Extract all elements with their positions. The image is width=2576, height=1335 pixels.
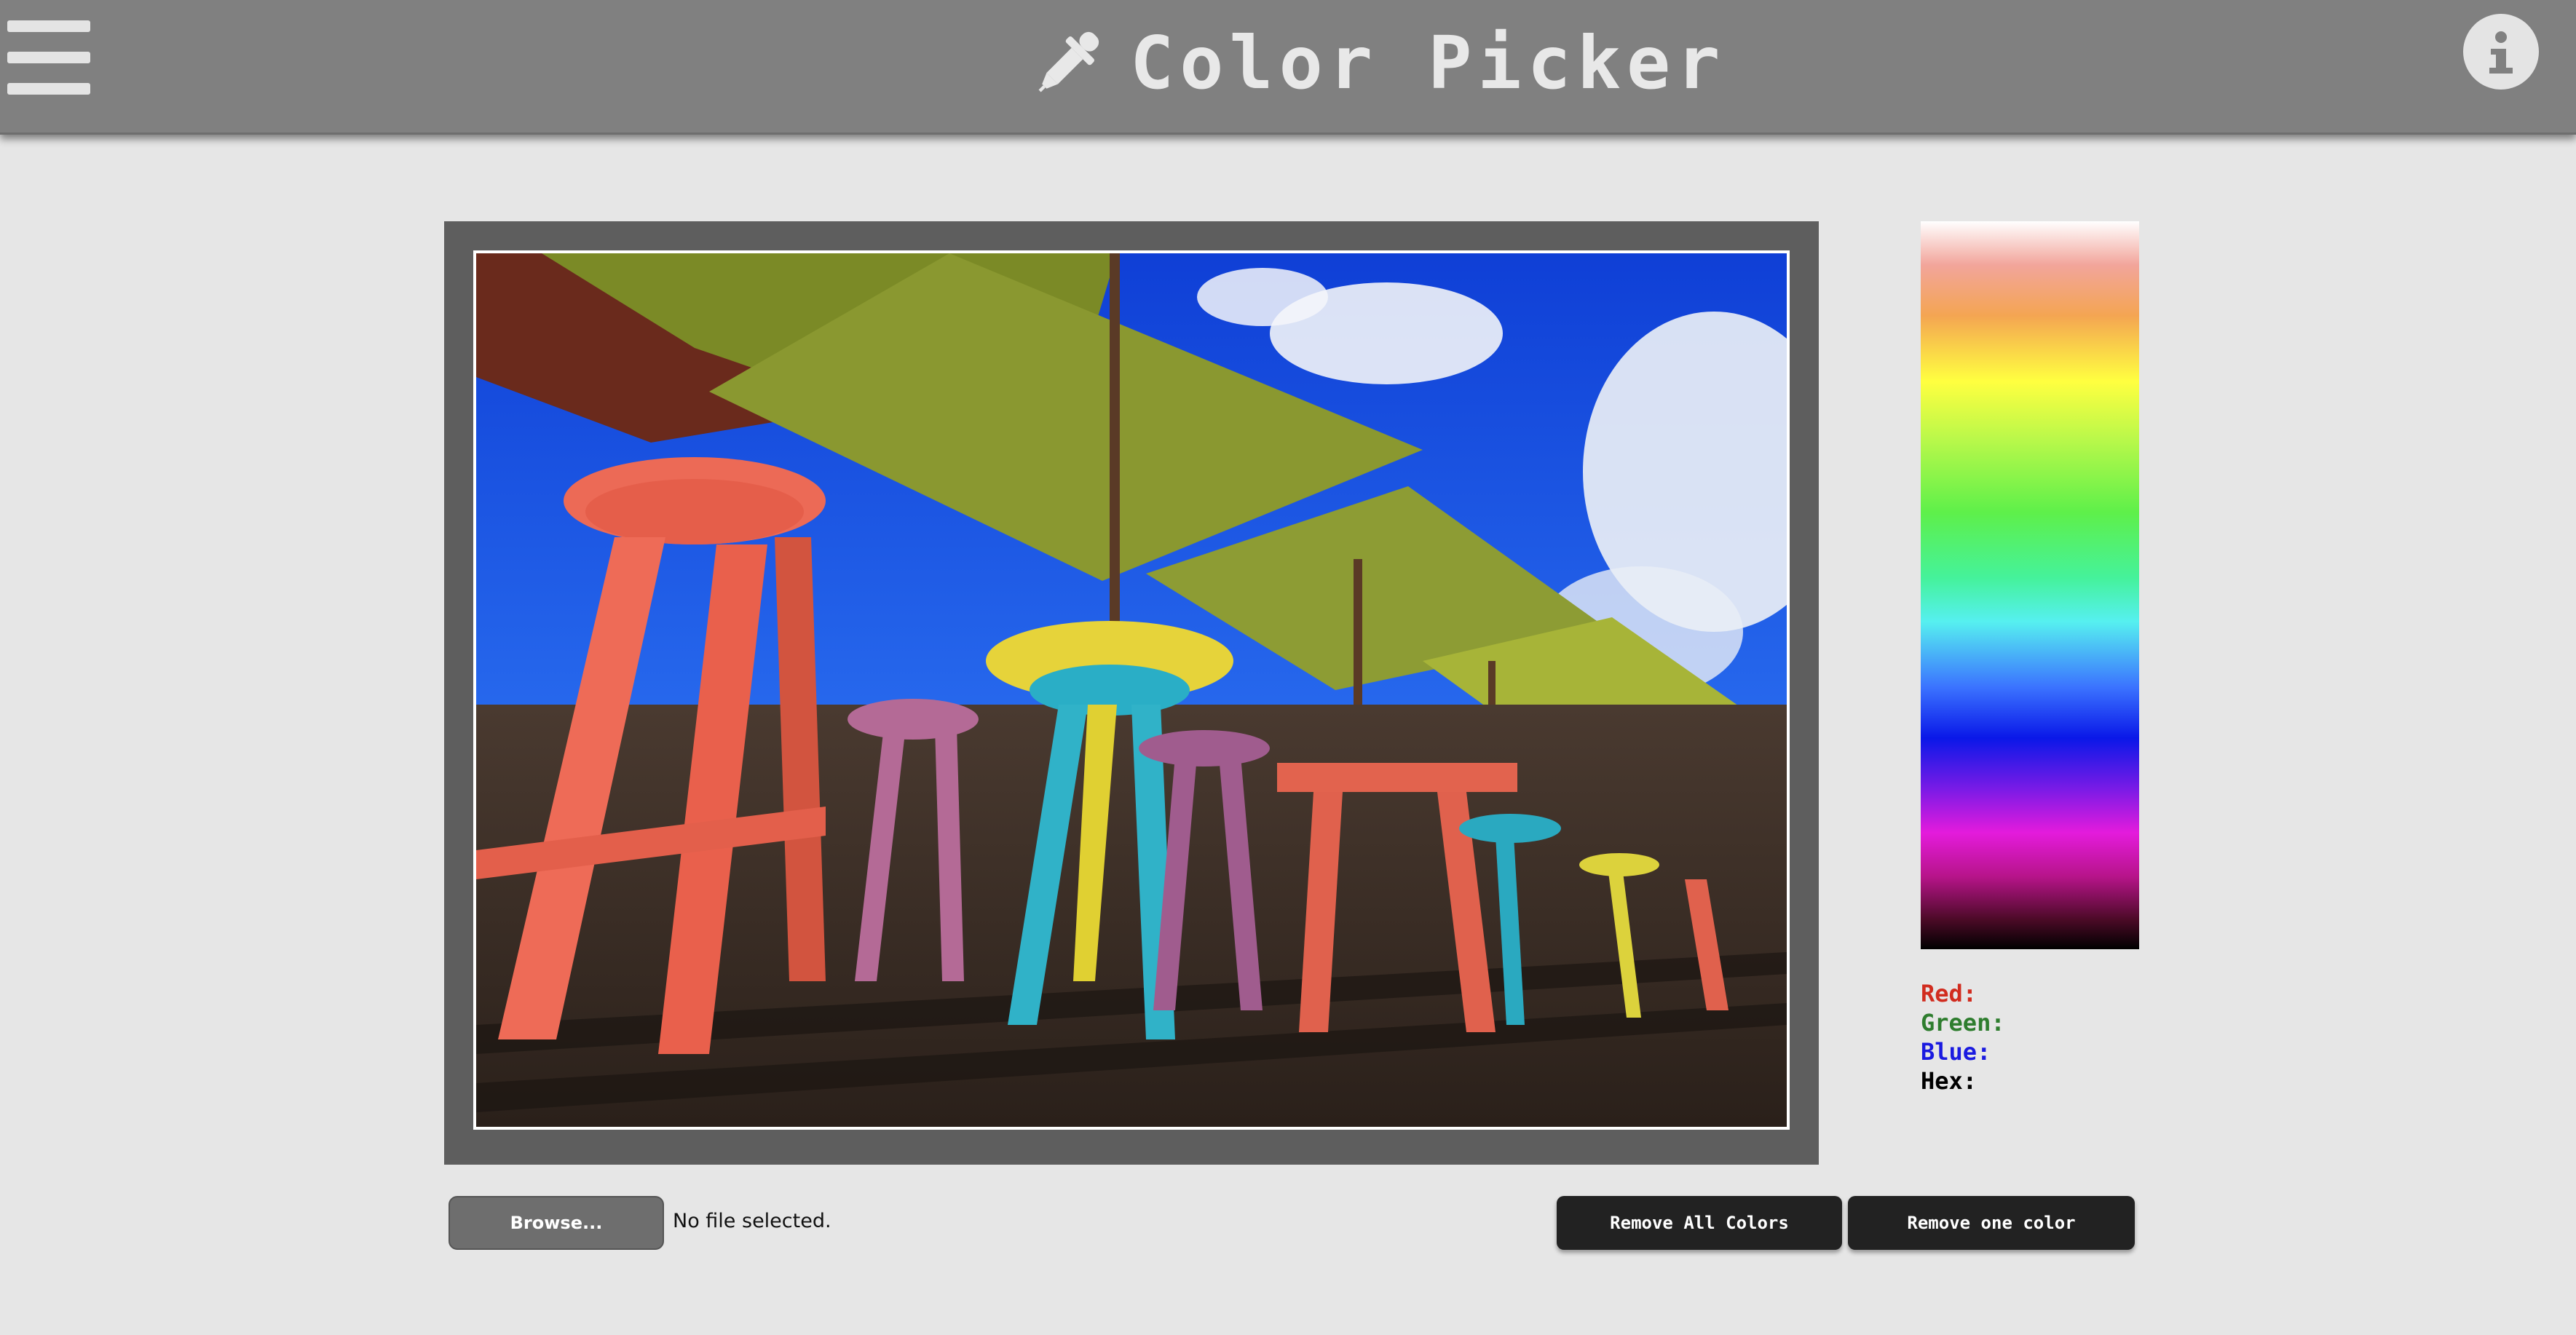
menu-line	[7, 83, 90, 95]
remove-one-color-button[interactable]: Remove one color	[1848, 1196, 2135, 1250]
image-frame	[444, 221, 1819, 1165]
blue-value-label: Blue:	[1921, 1038, 1991, 1066]
file-status-text: No file selected.	[673, 1210, 831, 1232]
app-brand: Color Picker	[1028, 19, 1726, 106]
top-bar: Color Picker	[0, 0, 2576, 135]
browse-button[interactable]: Browse...	[449, 1196, 664, 1250]
color-spectrum[interactable]	[1921, 221, 2139, 949]
app-title: Color Picker	[1130, 20, 1726, 106]
color-values: Red: Green: Blue: Hex:	[1921, 979, 2005, 1096]
menu-line	[7, 20, 90, 32]
hamburger-menu-icon[interactable]	[7, 20, 90, 95]
red-value-label: Red:	[1921, 980, 1978, 1007]
info-base	[2489, 68, 2513, 74]
info-dot	[2495, 31, 2507, 43]
green-value-label: Green:	[1921, 1009, 2005, 1037]
eyedropper-icon	[1038, 31, 1099, 92]
menu-line	[7, 52, 90, 63]
hex-value-label: Hex:	[1921, 1067, 1978, 1095]
remove-all-colors-button[interactable]: Remove All Colors	[1557, 1196, 1842, 1250]
info-icon[interactable]	[2463, 14, 2539, 90]
photo-illustration	[476, 253, 1787, 1127]
picker-image[interactable]	[473, 250, 1790, 1130]
